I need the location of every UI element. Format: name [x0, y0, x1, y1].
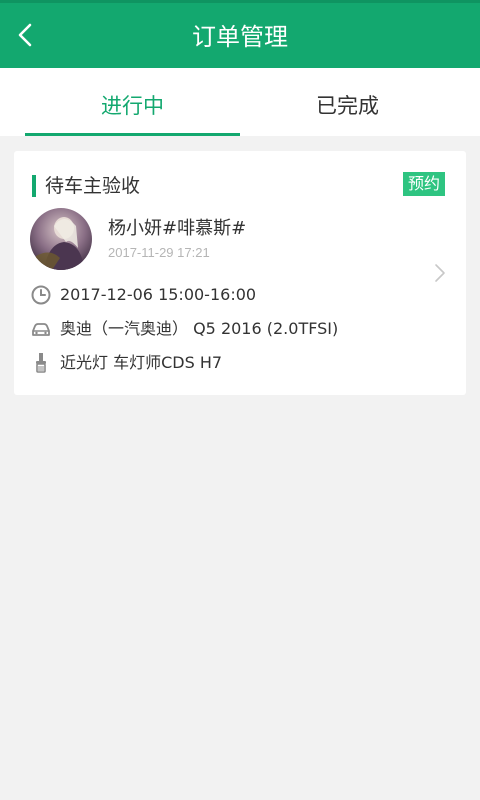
bulb-icon — [36, 353, 46, 373]
tab-completed[interactable]: 已完成 — [240, 68, 455, 136]
status-accent-bar — [32, 175, 36, 197]
car-model: 奥迪（一汽奥迪） Q5 2016 (2.0TFSI) — [60, 319, 339, 338]
avatar — [30, 208, 92, 270]
active-tab-indicator — [25, 133, 240, 136]
clock-icon — [31, 285, 51, 305]
app-header: 订单管理 — [0, 0, 480, 68]
appointment-badge: 预约 — [402, 172, 445, 196]
order-status: 待车主验收 — [45, 175, 141, 197]
car-icon — [32, 323, 50, 336]
tab-in-progress[interactable]: 进行中 — [25, 68, 240, 136]
customer-name: 杨小妍#啡慕斯# — [108, 218, 247, 239]
order-card[interactable]: 待车主验收 预约 杨小妍#啡慕斯# 2017-11-29 17:21 2017-… — [14, 151, 466, 395]
page-title: 订单管理 — [192, 23, 288, 51]
chevron-right-icon — [432, 261, 448, 285]
tab-bar: 进行中 已完成 — [0, 68, 480, 136]
order-created-time: 2017-11-29 17:21 — [108, 245, 210, 260]
appointment-time: 2017-12-06 15:00-16:00 — [60, 285, 257, 304]
product-name: 近光灯 车灯师CDS H7 — [60, 353, 223, 372]
